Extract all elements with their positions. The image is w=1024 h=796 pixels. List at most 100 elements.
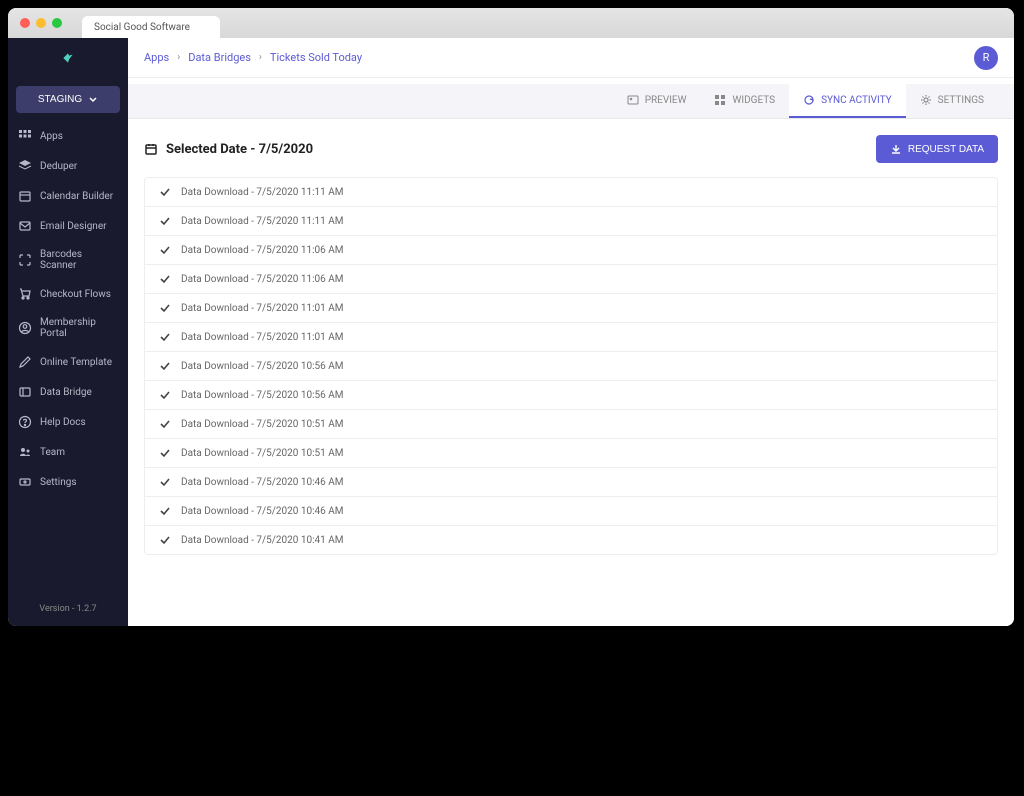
list-item-text: Data Download - 7/5/2020 10:51 AM <box>181 419 344 430</box>
sidebar-item-team[interactable]: Team <box>8 437 128 467</box>
bridge-icon <box>18 385 32 399</box>
request-data-button[interactable]: REQUEST DATA <box>876 135 998 163</box>
sidebar-item-label: Checkout Flows <box>40 289 111 300</box>
env-label: STAGING <box>38 94 82 105</box>
sidebar-nav: Apps Deduper Calendar Builder Email Desi… <box>8 121 128 592</box>
list-item[interactable]: Data Download - 7/5/2020 11:11 AM <box>145 207 997 236</box>
check-icon <box>159 389 171 401</box>
main-content: Apps › Data Bridges › Tickets Sold Today… <box>128 38 1014 626</box>
browser-chrome: Social Good Software <box>8 8 1014 38</box>
help-icon <box>18 415 32 429</box>
sidebar-item-label: Apps <box>40 131 63 142</box>
list-item[interactable]: Data Download - 7/5/2020 11:01 AM <box>145 323 997 352</box>
sidebar-item-checkout-flows[interactable]: Checkout Flows <box>8 279 128 309</box>
check-icon <box>159 331 171 343</box>
list-item-text: Data Download - 7/5/2020 11:01 AM <box>181 303 344 314</box>
list-item[interactable]: Data Download - 7/5/2020 10:51 AM <box>145 439 997 468</box>
sidebar-item-label: Deduper <box>40 161 77 172</box>
tab-preview[interactable]: PREVIEW <box>613 84 701 118</box>
list-item[interactable]: Data Download - 7/5/2020 10:51 AM <box>145 410 997 439</box>
tab-label: PREVIEW <box>645 95 687 106</box>
barcode-icon <box>18 253 32 267</box>
sidebar-item-email-designer[interactable]: Email Designer <box>8 211 128 241</box>
list-item[interactable]: Data Download - 7/5/2020 10:46 AM <box>145 468 997 497</box>
settings-icon <box>18 475 32 489</box>
calendar-icon <box>18 189 32 203</box>
team-icon <box>18 445 32 459</box>
list-item-text: Data Download - 7/5/2020 10:56 AM <box>181 361 344 372</box>
sync-activity-list: Data Download - 7/5/2020 11:11 AM Data Do… <box>144 177 998 555</box>
check-icon <box>159 505 171 517</box>
list-item-text: Data Download - 7/5/2020 11:06 AM <box>181 274 344 285</box>
list-item[interactable]: Data Download - 7/5/2020 11:11 AM <box>145 178 997 207</box>
tab-widgets[interactable]: WIDGETS <box>700 84 789 118</box>
environment-selector[interactable]: STAGING <box>16 86 120 113</box>
close-window-button[interactable] <box>20 18 30 28</box>
sidebar-item-online-template[interactable]: Online Template <box>8 347 128 377</box>
chevron-right-icon: › <box>177 52 180 63</box>
sync-icon <box>803 94 815 106</box>
check-icon <box>159 273 171 285</box>
check-icon <box>159 534 171 546</box>
breadcrumb-link-data-bridges[interactable]: Data Bridges <box>188 51 251 64</box>
maximize-window-button[interactable] <box>52 18 62 28</box>
hummingbird-logo-icon <box>61 51 75 65</box>
list-item-text: Data Download - 7/5/2020 11:01 AM <box>181 332 344 343</box>
list-item-text: Data Download - 7/5/2020 10:46 AM <box>181 506 344 517</box>
mail-icon <box>18 219 32 233</box>
breadcrumb: Apps › Data Bridges › Tickets Sold Today <box>144 51 362 64</box>
sidebar-item-label: Membership Portal <box>40 317 118 339</box>
list-item-text: Data Download - 7/5/2020 11:11 AM <box>181 187 344 198</box>
chevron-right-icon: › <box>259 52 262 63</box>
user-circle-icon <box>18 321 32 335</box>
sidebar-item-label: Email Designer <box>40 221 107 232</box>
check-icon <box>159 215 171 227</box>
sidebar: STAGING Apps Deduper Calendar Builder <box>8 38 128 626</box>
minimize-window-button[interactable] <box>36 18 46 28</box>
sidebar-item-apps[interactable]: Apps <box>8 121 128 151</box>
list-item-text: Data Download - 7/5/2020 10:46 AM <box>181 477 344 488</box>
browser-tab[interactable]: Social Good Software <box>82 16 220 38</box>
list-item[interactable]: Data Download - 7/5/2020 11:06 AM <box>145 265 997 294</box>
cart-icon <box>18 287 32 301</box>
tab-sync-activity[interactable]: SYNC ACTIVITY <box>789 84 906 118</box>
traffic-lights <box>20 18 62 28</box>
preview-icon <box>627 94 639 106</box>
list-item[interactable]: Data Download - 7/5/2020 10:56 AM <box>145 381 997 410</box>
list-item[interactable]: Data Download - 7/5/2020 11:06 AM <box>145 236 997 265</box>
list-item-text: Data Download - 7/5/2020 11:11 AM <box>181 216 344 227</box>
sidebar-item-deduper[interactable]: Deduper <box>8 151 128 181</box>
breadcrumb-link-apps[interactable]: Apps <box>144 51 169 64</box>
content-area: Selected Date - 7/5/2020 REQUEST DATA Da… <box>128 119 1014 626</box>
list-item[interactable]: Data Download - 7/5/2020 10:46 AM <box>145 497 997 526</box>
pencil-icon <box>18 355 32 369</box>
version-label: Version - 1.2.7 <box>8 592 128 626</box>
topbar: Apps › Data Bridges › Tickets Sold Today… <box>128 38 1014 78</box>
sidebar-item-membership-portal[interactable]: Membership Portal <box>8 309 128 347</box>
sidebar-item-barcodes-scanner[interactable]: Barcodes Scanner <box>8 241 128 279</box>
tab-label: SETTINGS <box>938 95 984 106</box>
list-item[interactable]: Data Download - 7/5/2020 10:41 AM <box>145 526 997 554</box>
sidebar-item-data-bridge[interactable]: Data Bridge <box>8 377 128 407</box>
sidebar-item-label: Data Bridge <box>40 387 92 398</box>
avatar[interactable]: R <box>974 46 998 70</box>
breadcrumb-link-current[interactable]: Tickets Sold Today <box>270 51 362 64</box>
download-icon <box>890 143 902 155</box>
sidebar-item-calendar-builder[interactable]: Calendar Builder <box>8 181 128 211</box>
list-item[interactable]: Data Download - 7/5/2020 11:01 AM <box>145 294 997 323</box>
sidebar-item-settings[interactable]: Settings <box>8 467 128 497</box>
list-item-text: Data Download - 7/5/2020 11:06 AM <box>181 245 344 256</box>
tab-label: SYNC ACTIVITY <box>821 95 892 106</box>
tabs-bar: PREVIEW WIDGETS SYNC ACTIVITY SETTINGS <box>128 84 1014 119</box>
sidebar-item-label: Team <box>40 447 65 458</box>
list-item-text: Data Download - 7/5/2020 10:56 AM <box>181 390 344 401</box>
sidebar-item-label: Calendar Builder <box>40 191 113 202</box>
sidebar-item-help-docs[interactable]: Help Docs <box>8 407 128 437</box>
selected-date-title: Selected Date - 7/5/2020 <box>144 142 313 157</box>
tab-settings[interactable]: SETTINGS <box>906 84 998 118</box>
check-icon <box>159 447 171 459</box>
browser-window: Social Good Software STAGING Apps <box>8 8 1014 626</box>
check-icon <box>159 418 171 430</box>
check-icon <box>159 302 171 314</box>
list-item[interactable]: Data Download - 7/5/2020 10:56 AM <box>145 352 997 381</box>
